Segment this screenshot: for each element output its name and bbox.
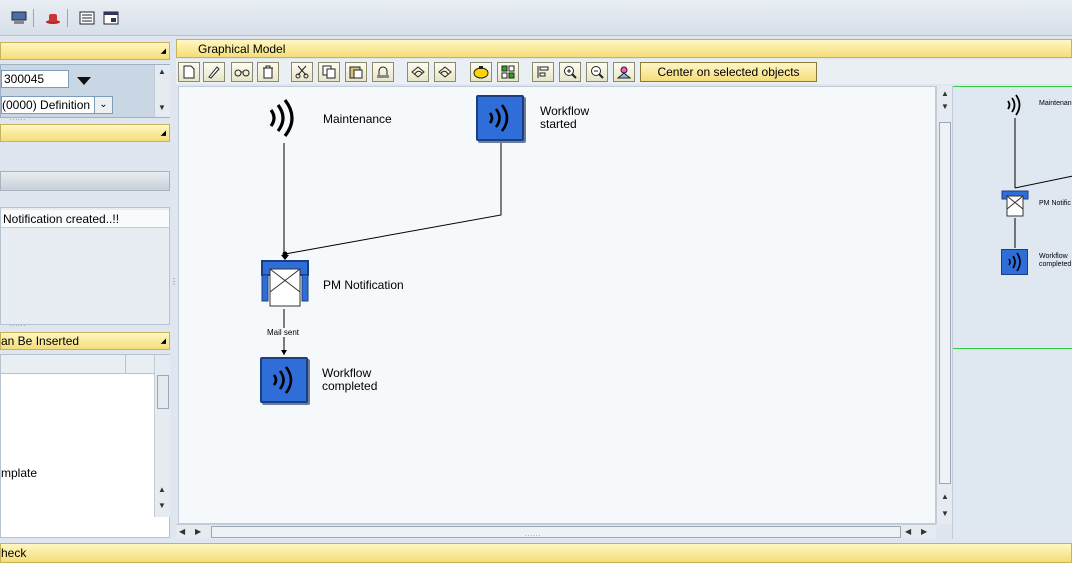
overview-pm-notification-icon [1001, 190, 1029, 221]
steps-list: mplate ▲ ▼ [0, 354, 170, 538]
new-icon[interactable] [178, 62, 200, 82]
zoom-in-icon[interactable] [559, 62, 581, 82]
left-header-bar-2: ◢ [0, 124, 170, 142]
hat-icon[interactable] [42, 8, 64, 28]
messages-header [0, 171, 170, 191]
scroll-up-icon[interactable]: ▲ [158, 67, 166, 76]
workflow-started-line2: started [540, 117, 577, 131]
fields-scrollbar[interactable]: ▲ ▼ [154, 65, 170, 117]
canvas-vscrollbar[interactable]: ▲ ▼ ▲ ▼ [936, 86, 952, 524]
scroll-down-icon[interactable]: ▼ [941, 509, 949, 518]
pm-notification-step-icon[interactable] [261, 260, 309, 308]
insert-block-icon[interactable] [372, 62, 394, 82]
maintenance-label: Maintenance [323, 112, 392, 126]
overview-wf-completed-line2: completed [1039, 261, 1072, 268]
resize-grip[interactable]: ...... [525, 532, 541, 538]
cut-icon[interactable] [291, 62, 313, 82]
message-row[interactable]: Notification created..!! [1, 210, 169, 228]
scroll-down-icon[interactable]: ▼ [158, 103, 166, 112]
top-toolbar [0, 0, 1072, 36]
steps-list-header [1, 355, 154, 374]
version-select[interactable]: (0000) Definition ⌄ [1, 96, 113, 114]
undo-icon[interactable] [407, 62, 429, 82]
event-icon[interactable] [470, 62, 492, 82]
scroll-right-icon[interactable]: ▶ [195, 527, 201, 536]
scroll-left-icon[interactable]: ◀ [905, 527, 911, 536]
scroll-right-icon[interactable]: ▶ [921, 527, 927, 536]
splitter[interactable]: ⋮ [170, 277, 178, 286]
scroll-down-icon[interactable]: ▼ [941, 102, 949, 111]
workflow-completed-icon[interactable] [260, 357, 308, 403]
glasses-icon[interactable] [231, 62, 253, 82]
version-select-value: (0000) Definition [2, 98, 91, 112]
scroll-up-icon[interactable]: ▲ [941, 492, 949, 501]
overview-workflow-completed-label: Workflow completed [1039, 253, 1071, 269]
copy-icon[interactable] [318, 62, 340, 82]
steps-scrollbar[interactable]: ▲ ▼ [154, 355, 170, 517]
scroll-left-icon[interactable]: ◀ [179, 527, 185, 536]
resize-grip[interactable]: ...... [10, 322, 26, 328]
workflow-completed-line2: completed [322, 379, 378, 393]
workflow-started-icon[interactable] [476, 95, 524, 141]
redo-icon[interactable] [434, 62, 456, 82]
fit-icon[interactable] [613, 62, 635, 82]
zoom-out-icon[interactable] [586, 62, 608, 82]
pencil-icon[interactable] [203, 62, 225, 82]
canvas-hscrollbar[interactable]: ◀ ▶ ◀ ▶ [176, 524, 936, 539]
diagram-canvas[interactable]: Maintenance Workflow started PM Notifica… [178, 86, 936, 524]
paste-icon[interactable] [345, 62, 367, 82]
align-icon[interactable] [532, 62, 554, 82]
dropdown-corner-icon[interactable]: ◢ [161, 47, 166, 55]
dropdown-corner-icon[interactable]: ◢ [161, 337, 166, 345]
scroll-up-icon[interactable]: ▲ [158, 485, 166, 494]
dropdown-arrow-icon[interactable] [77, 75, 91, 89]
grid-icon[interactable] [497, 62, 519, 82]
scroll-thumb[interactable] [157, 375, 169, 409]
steps-header-label: an Be Inserted [1, 334, 80, 348]
workflow-started-label: Workflow started [540, 105, 589, 131]
steps-header: an Be Inserted ◢ [0, 332, 170, 350]
left-panel: ◢ 300045 (0000) Definition ⌄ ▲ ▼ ...... … [0, 37, 178, 543]
list-icon[interactable] [76, 8, 98, 28]
left-header-bar: ◢ [0, 42, 170, 60]
overview-maintenance-icon [1003, 92, 1025, 121]
select-chevron-icon[interactable]: ⌄ [94, 97, 112, 113]
mail-sent-outcome: Mail sent [267, 328, 300, 337]
overview-maintenance-label: Maintenan [1039, 100, 1072, 107]
trash-icon[interactable] [257, 62, 279, 82]
overview-viewport-bottom [953, 348, 1072, 349]
overview-pm-notification-label: PM Notific [1039, 200, 1071, 207]
dropdown-corner-icon[interactable]: ◢ [161, 129, 166, 137]
overview-workflow-completed-icon [1001, 249, 1028, 275]
workflow-completed-label: Workflow completed [322, 367, 377, 393]
resize-grip[interactable]: ...... [10, 116, 26, 122]
graphical-model-header: Graphical Model [176, 39, 1072, 58]
scroll-thumb[interactable] [211, 526, 901, 538]
list-item[interactable]: mplate [1, 466, 37, 480]
messages-box: Notification created..!! [0, 207, 170, 325]
scroll-up-icon[interactable]: ▲ [941, 89, 949, 98]
column-divider [125, 355, 126, 374]
maintenance-event-icon[interactable] [261, 93, 303, 146]
graphical-model-title: Graphical Model [198, 42, 286, 56]
center-selected-button[interactable]: Center on selected objects [640, 62, 817, 82]
overview-panel[interactable]: Maintenan PM Notific Workflow completed [952, 86, 1072, 539]
status-bar: heck [0, 543, 1072, 563]
fields-area: 300045 (0000) Definition ⌄ ▲ ▼ [0, 64, 170, 118]
toolbar-separator [33, 9, 34, 27]
scroll-thumb[interactable] [939, 122, 951, 484]
window-icon[interactable] [100, 8, 122, 28]
id-field[interactable]: 300045 [1, 70, 69, 88]
status-text: heck [1, 546, 27, 560]
toolbar-separator [67, 9, 68, 27]
screen-icon[interactable] [8, 8, 30, 28]
scroll-down-icon[interactable]: ▼ [158, 501, 166, 510]
pm-notification-label: PM Notification [323, 278, 404, 292]
overview-wf-completed-line1: Workflow [1039, 253, 1068, 260]
